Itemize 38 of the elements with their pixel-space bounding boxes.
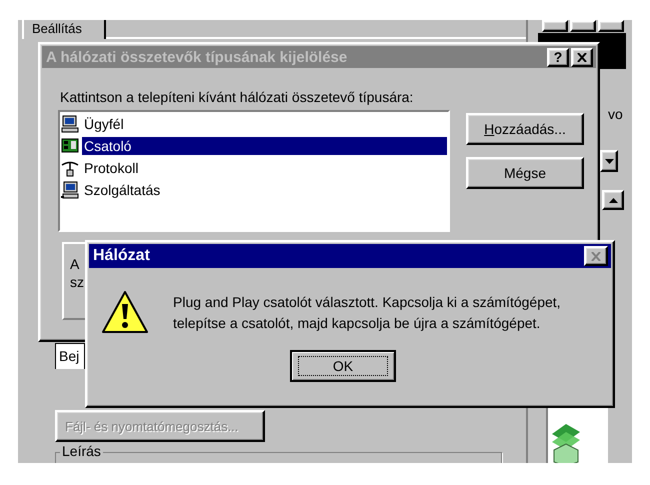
- help-button[interactable]: ?: [547, 48, 569, 66]
- caret-icon: [604, 158, 614, 164]
- close-icon: [591, 252, 601, 260]
- tab[interactable]: Bej: [55, 343, 85, 369]
- item-label: Ügyfél: [83, 115, 125, 133]
- dropdown-button[interactable]: [600, 150, 618, 172]
- list-item[interactable]: Szolgáltatás: [61, 179, 447, 201]
- settings-tab[interactable]: Beállítás: [22, 20, 106, 39]
- window-title: Hálózat: [93, 247, 150, 265]
- list-item[interactable]: Csatoló: [61, 135, 447, 157]
- prompt-text: Kattintson a telepíteni kívánt hálózati összetevő típusára:: [60, 89, 414, 105]
- up-arrow-icon: [608, 198, 618, 202]
- dialog-button[interactable]: Mégse: [466, 157, 584, 189]
- dialog-button[interactable]: Hozzáadás...: [466, 113, 584, 145]
- ok-button[interactable]: OK: [290, 350, 396, 382]
- list-item[interactable]: Ügyfél: [61, 113, 447, 135]
- item-label: Protokoll: [83, 159, 140, 177]
- title-bar-button[interactable]: [542, 20, 568, 32]
- computer-icon: [61, 181, 79, 199]
- item-label: Szolgáltatás: [83, 181, 162, 199]
- scroll-up-button[interactable]: [602, 190, 624, 210]
- close-icon: [577, 52, 587, 62]
- item-label: Csatoló: [82, 137, 447, 155]
- cable-icon: [61, 159, 79, 177]
- window-title: A hálózati összetevők típusának kijelölése: [46, 48, 348, 66]
- list-item[interactable]: Protokoll: [61, 157, 447, 179]
- title-bar-button[interactable]: [570, 20, 596, 32]
- close-button[interactable]: [571, 48, 593, 66]
- description-text: A: [70, 256, 80, 272]
- group-label: Leírás: [60, 443, 103, 459]
- network-card-icon: [61, 137, 79, 155]
- computer-icon: [61, 115, 79, 133]
- side-label: vo: [608, 106, 623, 122]
- message-text: Plug and Play csatolót választott. Kapcsolja ki a számítógépet, telepítse a csatolót, majd kapcsolja be újra a számítógépet.: [173, 293, 562, 333]
- title-bar-button[interactable]: [598, 20, 624, 32]
- description-text: sz: [70, 274, 85, 290]
- warning-icon: [101, 290, 149, 334]
- close-button[interactable]: [584, 246, 608, 266]
